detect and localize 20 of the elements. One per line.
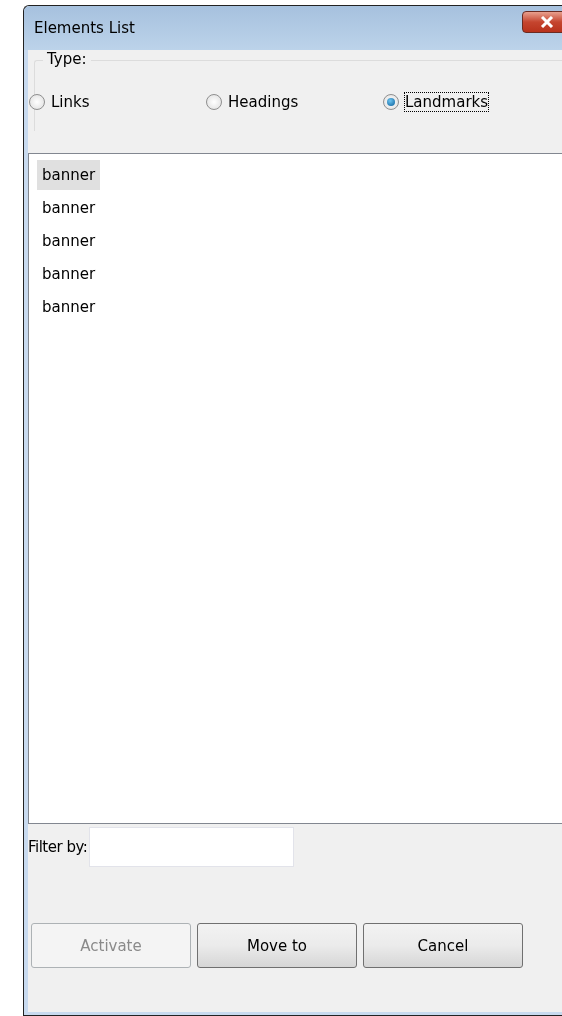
window-title: Elements List: [34, 19, 135, 37]
list-item[interactable]: banner: [37, 193, 101, 223]
filter-label: Filter by:: [28, 838, 88, 856]
radio-label: Links: [51, 93, 90, 111]
radio-button[interactable]: [29, 94, 45, 110]
list-item[interactable]: banner: [37, 160, 101, 190]
dialog-button[interactable]: Move to: [197, 923, 357, 968]
list-item[interactable]: banner: [37, 292, 101, 322]
list-item[interactable]: banner: [37, 259, 101, 289]
radio-button[interactable]: [383, 94, 399, 110]
close-button[interactable]: [522, 11, 562, 33]
dialog-button[interactable]: Cancel: [363, 923, 523, 968]
filter-field[interactable]: [89, 827, 295, 867]
list-item[interactable]: banner: [37, 226, 101, 256]
close-icon: [540, 16, 554, 28]
radio-label: Landmarks: [405, 93, 489, 111]
radio-label: Headings: [228, 93, 299, 111]
radio-button[interactable]: [206, 94, 222, 110]
element-list[interactable]: banner banner banner banner banner: [28, 153, 562, 824]
group-label: Type:: [43, 50, 91, 68]
